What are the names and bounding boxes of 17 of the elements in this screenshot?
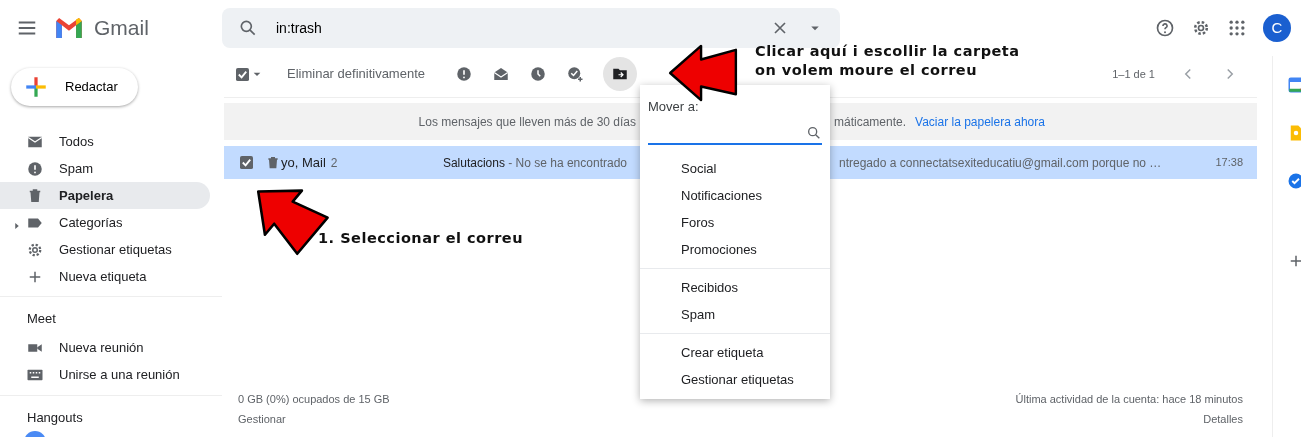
message-time: 17:38	[1215, 155, 1244, 171]
annotation-text: on volem moure el correu	[755, 61, 978, 80]
thread-count: 2	[330, 154, 338, 172]
section-title: Hangouts	[26, 408, 84, 427]
sender: yo, Mail	[281, 153, 326, 172]
annotation-text: 1. Seleccionar el correu	[318, 229, 524, 248]
snippet: - No se ha encontrado	[507, 154, 627, 172]
snippet: ntregado a connectatsexiteducatiu@gmail.com porque no …	[839, 154, 1162, 172]
notice-text: máticamente.	[834, 113, 907, 131]
activity-text: Última actividad de la cuenta: hace 18 minutos	[1015, 392, 1243, 407]
subject: Salutacions	[442, 154, 505, 172]
notice-text: Los mensajes que lleven más de 30 días	[418, 113, 636, 131]
section-title: Meet	[26, 310, 57, 328]
menu-title: Mover a:	[647, 98, 700, 116]
app-name: Gmail	[94, 15, 149, 42]
storage-text: 0 GB (0%) ocupados de 15 GB	[238, 392, 390, 407]
pagination-text: 1–1 de 1	[1112, 66, 1155, 82]
